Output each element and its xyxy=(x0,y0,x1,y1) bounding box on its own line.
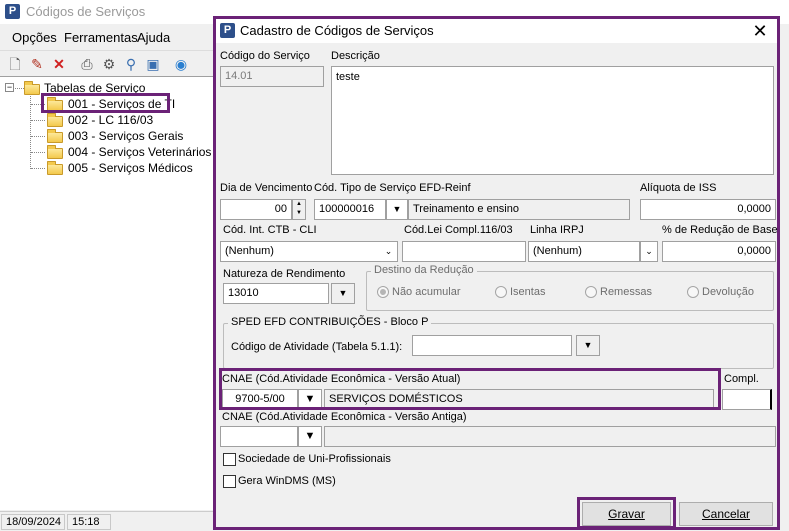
tree-collapse-icon[interactable]: − xyxy=(5,83,14,92)
radio-remessas[interactable] xyxy=(585,286,597,298)
lei-label: Cód.Lei Compl.116/03 xyxy=(404,224,513,236)
tree-item[interactable]: 005 - Serviços Médicos xyxy=(68,161,193,175)
radio-label: Não acumular xyxy=(392,286,461,298)
codigo-field[interactable]: 14.01 xyxy=(220,66,324,87)
chk-windms-label: Gera WinDMS (MS) xyxy=(238,475,336,487)
status-bar: 18/09/2024 15:18 xyxy=(0,511,215,531)
print-icon[interactable]: ⎙ xyxy=(78,55,96,73)
close-icon[interactable]: ✕ xyxy=(749,20,771,42)
folder-icon xyxy=(47,129,63,143)
menu-opcoes[interactable]: Opções xyxy=(12,30,57,45)
delete-icon[interactable]: ✕ xyxy=(50,55,68,73)
chevron-down-icon: ⌄ xyxy=(384,246,393,256)
web-icon[interactable]: ◉ xyxy=(172,55,190,73)
status-date: 18/09/2024 xyxy=(1,514,65,530)
folder-icon xyxy=(47,113,63,127)
edit-icon[interactable]: ✎ xyxy=(28,55,46,73)
chevron-up-icon[interactable]: ▲ xyxy=(293,200,305,209)
chk-uni-profissionais[interactable] xyxy=(223,453,236,466)
radio-label: Isentas xyxy=(510,286,546,298)
cnae-old-label: CNAE (Cód.Atividade Econômica - Versão A… xyxy=(222,411,467,423)
radio-isentas[interactable] xyxy=(495,286,507,298)
print-setup-icon[interactable]: ⚙ xyxy=(100,55,118,73)
folder-icon xyxy=(24,81,40,95)
atividade-field[interactable] xyxy=(412,335,572,356)
ctb-dropdown-button[interactable]: ⌄ xyxy=(380,241,398,262)
reducao-label: % de Redução de Base xyxy=(662,224,778,236)
dia-vencimento-field[interactable]: 00 xyxy=(220,199,292,220)
tipo-servico-desc-field: Treinamento e ensino xyxy=(408,199,630,220)
cnae-old-desc-field xyxy=(324,426,776,447)
tipo-servico-code-field[interactable]: 100000016 xyxy=(314,199,386,220)
chevron-down-icon: ⌄ xyxy=(645,246,653,256)
dia-vencimento-label: Dia de Vencimento xyxy=(220,182,313,194)
selection-highlight xyxy=(41,93,170,113)
sped-title: SPED EFD CONTRIBUIÇÕES - Bloco P xyxy=(228,316,432,328)
irpj-dropdown-button[interactable]: ⌄ xyxy=(640,241,658,262)
service-tree: − Tabelas de Serviço 001 - Serviços de T… xyxy=(0,76,214,510)
folder-icon xyxy=(47,161,63,175)
natureza-label: Natureza de Rendimento xyxy=(223,268,346,280)
report-icon[interactable]: ▣ xyxy=(144,55,162,73)
destino-reducao-group: Destino da Redução Não acumular Isentas … xyxy=(366,264,774,311)
sped-group: SPED EFD CONTRIBUIÇÕES - Bloco P Código … xyxy=(223,316,774,369)
compl-field[interactable] xyxy=(722,389,772,410)
ctb-label: Cód. Int. CTB - CLI xyxy=(223,224,317,236)
status-time: 15:18 xyxy=(67,514,111,530)
tree-item[interactable]: 004 - Serviços Veterinários xyxy=(68,145,211,159)
cnae-highlight xyxy=(219,368,721,410)
cnae-old-code-field[interactable] xyxy=(220,426,298,447)
toolbar: 🗋 ✎ ✕ ⎙ ⚙ ⚲ ▣ ◉ xyxy=(0,50,215,76)
folder-icon xyxy=(47,145,63,159)
descricao-label: Descrição xyxy=(331,50,380,62)
radio-label: Remessas xyxy=(600,286,652,298)
tipo-servico-label: Cód. Tipo de Serviço EFD-Reinf xyxy=(314,182,471,194)
tree-item[interactable]: 003 - Serviços Gerais xyxy=(68,129,183,143)
menu-ajuda[interactable]: Ajuda xyxy=(137,30,170,45)
tree-item[interactable]: 002 - LC 116/03 xyxy=(68,113,153,127)
app-logo-icon: P xyxy=(220,23,235,38)
dia-vencimento-stepper[interactable]: ▲ ▼ xyxy=(292,199,306,220)
radio-nao-acumular[interactable] xyxy=(377,286,389,298)
menu-ferramentas[interactable]: Ferramentas xyxy=(64,30,138,45)
lei-field[interactable] xyxy=(402,241,526,262)
atividade-dropdown-button[interactable]: ▼ xyxy=(576,335,600,356)
chevron-down-icon: ▼ xyxy=(583,340,593,350)
dialog-title-bar: P Cadastro de Códigos de Serviços ✕ xyxy=(216,19,777,43)
codigo-label: Código do Serviço xyxy=(220,50,310,62)
new-icon[interactable]: 🗋 xyxy=(6,55,24,73)
tipo-servico-dropdown-button[interactable]: ▼ xyxy=(386,199,408,220)
destino-reducao-title: Destino da Redução xyxy=(371,264,477,276)
chevron-down-icon: ▼ xyxy=(338,288,348,298)
main-window-title: Códigos de Serviços xyxy=(26,4,146,19)
aliquota-label: Alíquota de ISS xyxy=(640,182,717,194)
chk-windms[interactable] xyxy=(223,475,236,488)
search-icon[interactable]: ⚲ xyxy=(122,55,140,73)
irpj-label: Linha IRPJ xyxy=(530,224,584,236)
compl-label: Compl. xyxy=(724,373,759,385)
cancel-button[interactable]: Cancelar xyxy=(679,502,773,526)
cnae-old-dropdown-button[interactable]: ▼ xyxy=(298,426,322,447)
radio-label: Devolução xyxy=(702,286,754,298)
menu-bar: Opções Ferramentas Ajuda xyxy=(0,26,215,48)
irpj-select[interactable]: (Nenhum) xyxy=(528,241,640,262)
chevron-down-icon[interactable]: ▼ xyxy=(293,209,305,218)
app-logo-icon: P xyxy=(5,4,20,19)
atividade-label: Código de Atividade (Tabela 5.1.1): xyxy=(231,341,403,353)
radio-devolucao[interactable] xyxy=(687,286,699,298)
descricao-textarea[interactable]: teste xyxy=(331,66,774,175)
dialog-title: Cadastro de Códigos de Serviços xyxy=(240,23,434,38)
natureza-field[interactable]: 13010 xyxy=(223,283,329,304)
chevron-down-icon: ▼ xyxy=(392,204,402,214)
chevron-down-icon: ▼ xyxy=(304,430,316,442)
ctb-select[interactable]: (Nenhum) xyxy=(220,241,384,262)
save-button[interactable]: Gravar xyxy=(582,502,671,526)
aliquota-field[interactable]: 0,0000 xyxy=(640,199,776,220)
service-code-dialog: P Cadastro de Códigos de Serviços ✕ Códi… xyxy=(213,16,780,530)
reducao-field[interactable]: 0,0000 xyxy=(662,241,776,262)
natureza-dropdown-button[interactable]: ▼ xyxy=(331,283,355,304)
chk-uni-label: Sociedade de Uni-Profissionais xyxy=(238,453,391,465)
